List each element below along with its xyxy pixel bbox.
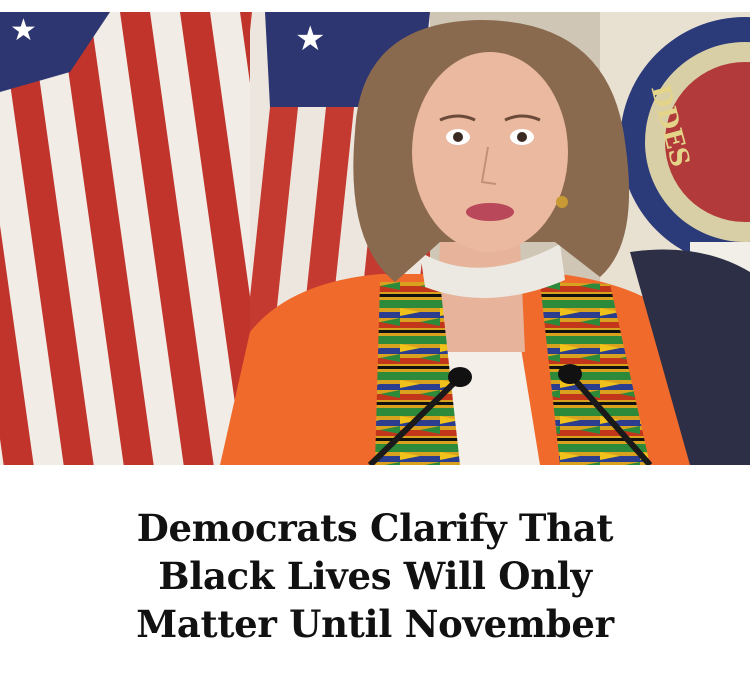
press-photo: ★ ★ DDES bbox=[0, 12, 750, 465]
svg-text:★: ★ bbox=[10, 13, 37, 48]
meme-card: ★ ★ DDES Democrats Clarify That Black Li… bbox=[0, 0, 750, 686]
headline-line-1: Democrats Clarify That bbox=[136, 506, 614, 550]
headline-line-3: Matter Until November bbox=[136, 602, 614, 646]
american-flag-left: ★ bbox=[0, 12, 260, 465]
headline-line-2: Black Lives Will Only bbox=[158, 554, 592, 598]
svg-text:★: ★ bbox=[295, 19, 325, 59]
earring bbox=[556, 196, 568, 208]
face bbox=[412, 52, 568, 252]
headline: Democrats Clarify That Black Lives Will … bbox=[0, 504, 750, 648]
mouth bbox=[466, 203, 514, 221]
